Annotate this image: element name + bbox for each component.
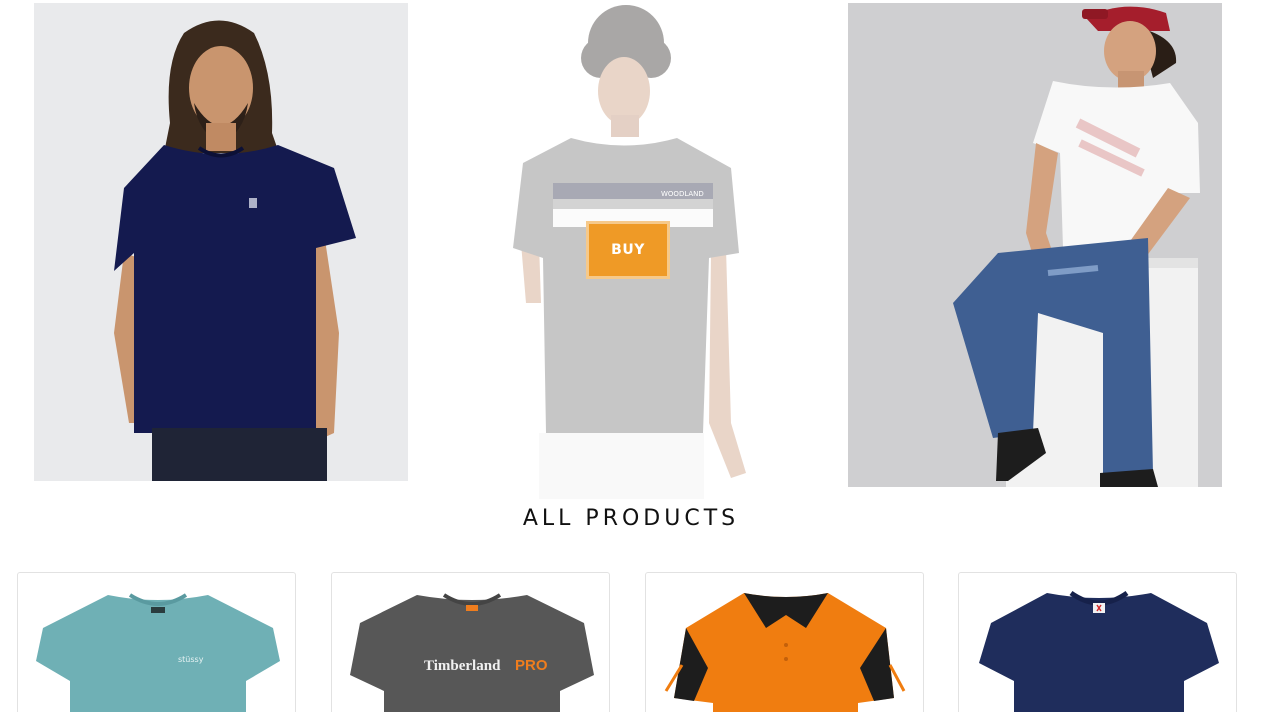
product-card-navy-tshirt[interactable] [958,572,1237,712]
hero-image-white-tshirt[interactable] [848,3,1222,487]
section-title-all-products: ALL PRODUCTS [522,506,740,531]
grey-timberland-tshirt-image: Timberland PRO [350,593,594,712]
hero-image-grey-tshirt[interactable]: WOODLAND BUY [441,3,815,499]
pro-logo-text: PRO [515,657,548,674]
hero-image-navy-tshirt[interactable] [34,3,408,481]
white-tshirt-model-image [848,3,1222,487]
teal-tshirt-image: stüssy [36,593,280,712]
product-card-timberland-pro-tshirt[interactable]: Timberland PRO [331,572,610,712]
product-card-teal-tshirt[interactable]: stüssy [17,572,296,712]
orange-black-polo-image [664,593,906,712]
buy-button[interactable]: BUY [586,221,670,279]
product-card-orange-polo[interactable] [645,572,924,712]
navy-tshirt-model-image [34,3,408,481]
timberland-logo-text: Timberland [424,658,501,674]
svg-text:stüssy: stüssy [178,655,204,664]
navy-tshirt-image [979,590,1219,712]
page: WOODLAND BUY [0,0,1262,712]
